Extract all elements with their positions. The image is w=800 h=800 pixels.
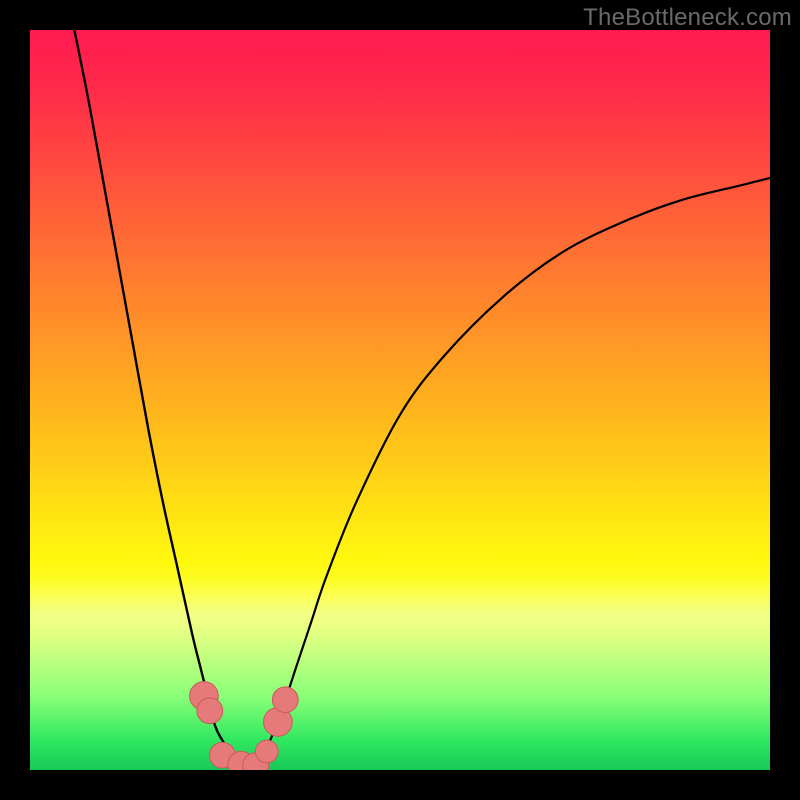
marker-dot [197,698,223,724]
curve-group [74,30,770,770]
chart-plot-area [30,30,770,770]
marker-dot [272,687,298,713]
marker-group [190,682,299,770]
marker-dot [255,740,278,763]
watermark-text: TheBottleneck.com [583,4,792,32]
left-curve-path [74,30,252,770]
right-curve-path [252,178,770,770]
curve-svg [30,30,770,770]
